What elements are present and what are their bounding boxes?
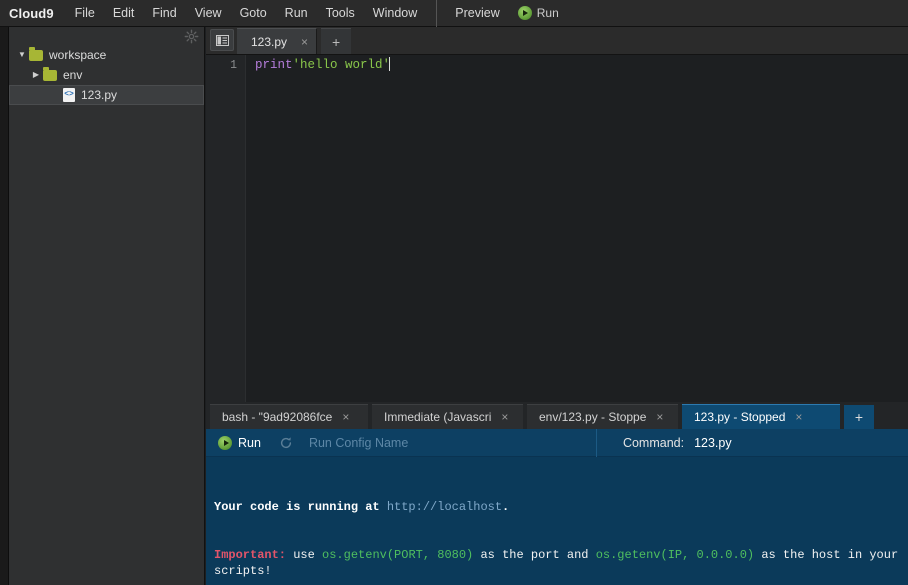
runner-run-label: Run <box>238 435 261 450</box>
output-line-1: Your code is running at http://localhost… <box>214 499 908 515</box>
console-tab-env-123-py[interactable]: env/123.py - Stoppe × <box>527 404 678 429</box>
tree-item-123-py[interactable]: <> 123.py <box>9 85 204 105</box>
output-important-badge: Important: <box>214 548 287 562</box>
close-icon[interactable]: × <box>795 411 802 423</box>
output-code: os.getenv(PORT, 8080) <box>322 548 474 562</box>
code-line-1[interactable]: print'hello world' <box>247 55 908 74</box>
python-file-icon: <> <box>63 88 75 102</box>
output-line-2: Important: use os.getenv(PORT, 8080) as … <box>214 547 908 579</box>
cloud9-ide-window: Cloud9 File Edit Find View Goto Run Tool… <box>0 0 908 585</box>
file-tree-sidebar: ▼ workspace ▶ env <> 123.py <box>9 27 205 585</box>
text-caret <box>389 57 391 71</box>
folder-icon <box>43 66 57 81</box>
menu-item-view[interactable]: View <box>186 2 231 24</box>
command-value[interactable]: 123.py <box>694 436 732 450</box>
tree-item-label: workspace <box>49 48 107 62</box>
close-icon[interactable]: × <box>501 411 508 423</box>
panel-list-icon[interactable] <box>210 29 234 51</box>
app-logo: Cloud9 <box>9 5 54 21</box>
code-token-keyword: print <box>255 58 293 72</box>
tree-item-label: env <box>63 68 83 82</box>
new-editor-tab-button[interactable]: + <box>321 28 352 54</box>
output-text: . <box>502 500 510 514</box>
run-config-name-input[interactable]: Run Config Name <box>297 428 597 457</box>
runner-toolbar: Run Run Config Name Command: 123.py <box>206 428 908 457</box>
close-icon[interactable]: × <box>656 411 663 423</box>
editor-body[interactable]: 1 print'hello world' <box>206 55 908 402</box>
activity-strip <box>0 27 9 585</box>
play-icon <box>218 435 232 450</box>
console-pane: bash - "9ad92086fce × Immediate (Javascr… <box>206 402 908 585</box>
output-text: as the port and <box>473 548 596 562</box>
chevron-right-icon[interactable]: ▶ <box>29 71 43 79</box>
code-token-string: 'hello world' <box>292 58 391 72</box>
console-tab-123-py-stopped[interactable]: 123.py - Stopped × <box>682 404 840 429</box>
command-label: Command: <box>622 435 685 450</box>
restart-icon[interactable] <box>275 436 297 450</box>
sidebar-header <box>9 27 204 44</box>
menu-item-run[interactable]: Run <box>276 2 317 24</box>
output-text: Your code is running at <box>214 500 387 514</box>
console-tab-immediate[interactable]: Immediate (Javascri × <box>372 404 523 429</box>
close-icon[interactable]: × <box>342 411 349 423</box>
menu-item-tools[interactable]: Tools <box>317 2 364 24</box>
menu-bar: Cloud9 File Edit Find View Goto Run Tool… <box>0 0 908 27</box>
gear-icon[interactable] <box>184 29 199 44</box>
menu-right-group: Preview Run <box>445 2 566 24</box>
output-link[interactable]: http://localhost <box>387 500 502 514</box>
editor-tab-123-py[interactable]: 123.py × <box>237 28 318 54</box>
console-tab-label: bash - "9ad92086fce <box>222 410 333 424</box>
tree-item-env[interactable]: ▶ env <box>9 65 204 85</box>
console-tab-label: Immediate (Javascri <box>384 410 492 424</box>
menu-item-file[interactable]: File <box>66 2 104 24</box>
console-tab-bash[interactable]: bash - "9ad92086fce × <box>210 404 368 429</box>
tree-item-workspace[interactable]: ▼ workspace <box>9 45 204 65</box>
file-tree: ▼ workspace ▶ env <> 123.py <box>9 39 204 105</box>
preview-button[interactable]: Preview <box>445 2 509 24</box>
new-console-tab-button[interactable]: + <box>844 405 874 429</box>
line-number: 1 <box>230 59 237 72</box>
play-icon <box>517 6 532 20</box>
menu-item-window[interactable]: Window <box>364 2 426 24</box>
console-tab-bar: bash - "9ad92086fce × Immediate (Javascr… <box>206 402 908 429</box>
output-code: os.getenv(IP, 0.0.0.0) <box>595 548 755 562</box>
line-number-gutter: 1 <box>206 55 246 402</box>
menu-item-find[interactable]: Find <box>143 2 185 24</box>
console-tab-label: env/123.py - Stoppe <box>539 410 647 424</box>
run-button-label: Run <box>536 6 559 20</box>
console-tab-label: 123.py - Stopped <box>694 410 786 424</box>
runner-run-button[interactable]: Run <box>206 435 275 450</box>
code-area[interactable]: print'hello world' <box>247 55 908 402</box>
editor-pane: 123.py × + 1 print'hello world' <box>206 27 908 402</box>
folder-icon <box>29 46 43 61</box>
run-button-toolbar[interactable]: Run <box>510 2 567 24</box>
editor-tab-bar: 123.py × + <box>206 27 908 55</box>
menu-item-edit[interactable]: Edit <box>104 2 144 24</box>
chevron-down-icon[interactable]: ▼ <box>15 51 29 59</box>
close-icon[interactable]: × <box>301 36 308 48</box>
menu-item-goto[interactable]: Goto <box>231 2 276 24</box>
console-output[interactable]: Your code is running at http://localhost… <box>206 457 908 585</box>
editor-tab-label: 123.py <box>251 34 288 49</box>
menu-divider <box>436 0 438 27</box>
tree-item-label: 123.py <box>81 88 118 102</box>
output-text: use <box>286 548 323 562</box>
